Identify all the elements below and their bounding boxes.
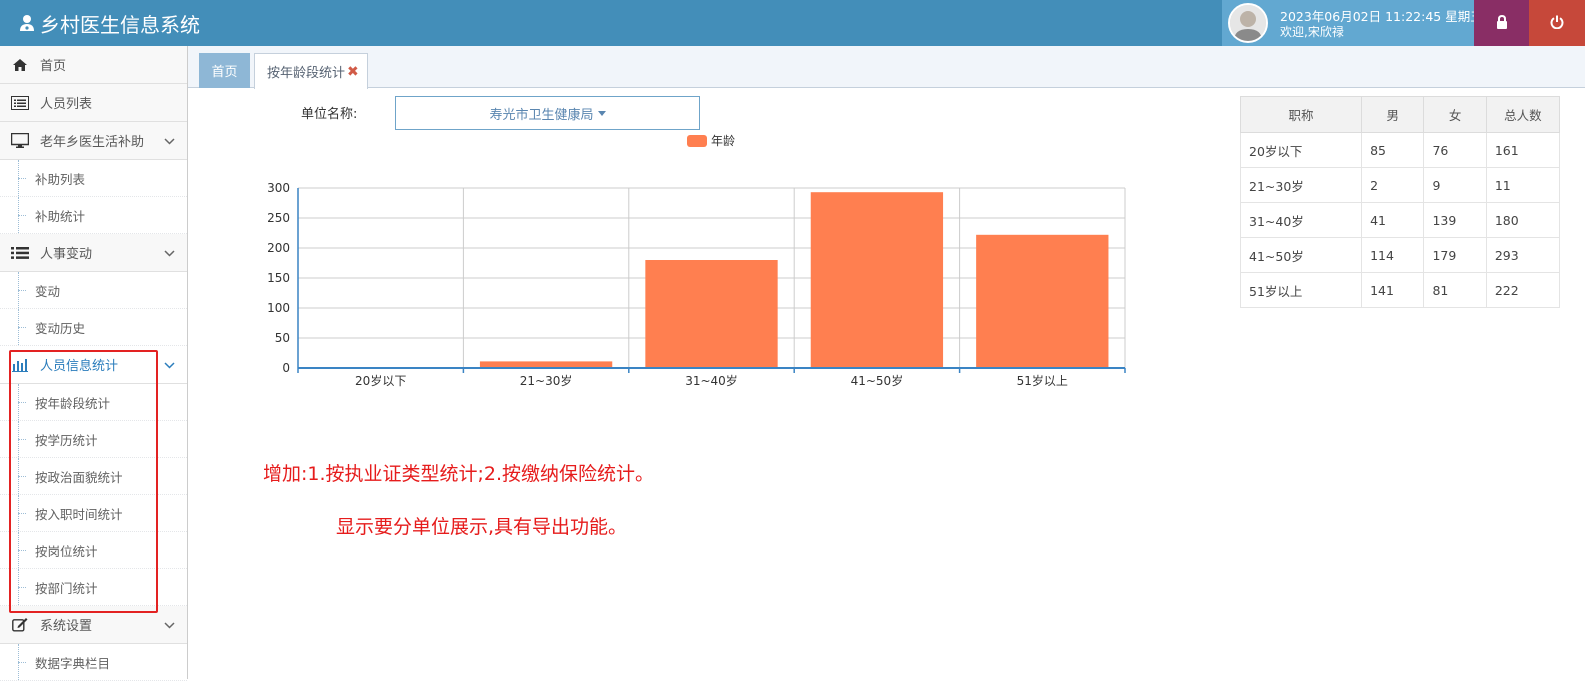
sidebar-item-staff-list[interactable]: 人员列表 xyxy=(0,84,187,122)
table-cell: 20岁以下 xyxy=(1239,132,1363,168)
sidebar-item-label: 人员列表 xyxy=(40,97,93,112)
bar xyxy=(976,234,1109,368)
list-bullets-icon xyxy=(10,246,30,260)
tab-home[interactable]: 首页 xyxy=(199,53,250,88)
column-header: 女 xyxy=(1423,96,1487,133)
sidebar-item-label: 系统设置 xyxy=(40,619,93,634)
unit-select-value: 寿光市卫生健康局 xyxy=(489,107,594,123)
table-cell: 51岁以上 xyxy=(1239,272,1363,308)
sidebar-item-home[interactable]: 首页 xyxy=(0,46,187,84)
annotation-highlight-box xyxy=(9,350,158,613)
power-icon xyxy=(1550,14,1564,33)
desktop-icon xyxy=(10,133,30,148)
unit-select[interactable]: 寿光市卫生健康局 xyxy=(395,96,700,130)
legend-label: 年龄 xyxy=(711,134,735,148)
table-cell: 161 xyxy=(1485,132,1561,168)
table-cell: 85 xyxy=(1361,132,1425,168)
user-md-icon xyxy=(18,14,36,32)
x-tick-label: 51岁以上 xyxy=(1017,373,1068,388)
table-row: 20岁以下 85 76 161 xyxy=(1239,132,1561,168)
table-cell: 293 xyxy=(1485,237,1561,273)
lock-icon xyxy=(1496,14,1508,33)
table-cell: 41 xyxy=(1361,202,1425,238)
close-icon[interactable]: ✖ xyxy=(347,64,359,80)
table-row: 31~40岁 41 139 180 xyxy=(1239,202,1561,238)
age-bar-chart: 0 50 100 150 200 250 300 20岁以下 21~30岁 31~40岁 41~50… xyxy=(267,134,1126,388)
y-tick-label: 50 xyxy=(275,331,290,345)
table-cell: 41~50岁 xyxy=(1239,237,1363,273)
table-header-row: 职称 男 女 总人数 xyxy=(1239,96,1561,133)
y-tick-label: 200 xyxy=(267,241,290,255)
annotation-note: 显示要分单位展示,具有导出功能。 xyxy=(336,516,628,538)
table-cell: 141 xyxy=(1361,272,1425,308)
chevron-down-icon xyxy=(164,358,175,373)
sidebar-item-elder-subsidy[interactable]: 老年乡医生活补助 xyxy=(0,122,187,160)
y-tick-label: 100 xyxy=(267,301,290,315)
table-cell: 76 xyxy=(1423,132,1487,168)
table-cell: 21~30岁 xyxy=(1239,167,1363,203)
x-tick-label: 41~50岁 xyxy=(851,373,904,388)
sidebar-subitem-subsidy-stats[interactable]: 补助统计 xyxy=(0,197,187,234)
sidebar-item-label: 老年乡医生活补助 xyxy=(40,135,145,150)
sidebar-subitem-change-history[interactable]: 变动历史 xyxy=(0,309,187,346)
tab-label: 首页 xyxy=(211,65,238,80)
welcome-text: 欢迎,宋欣禄 xyxy=(1280,25,1344,39)
column-header: 男 xyxy=(1361,96,1425,133)
table-cell: 31~40岁 xyxy=(1239,202,1363,238)
table-cell: 9 xyxy=(1423,167,1487,203)
list-icon xyxy=(10,95,30,110)
sidebar-item-label: 首页 xyxy=(40,59,67,74)
table-cell: 180 xyxy=(1485,202,1561,238)
top-navbar: 乡村医生信息系统 2023年06月02日 11:22:45 星期五 欢迎,宋欣禄 xyxy=(0,0,1585,46)
bar xyxy=(645,260,778,368)
x-tick-label: 20岁以下 xyxy=(355,373,406,388)
sidebar-subitem-subsidy-list[interactable]: 补助列表 xyxy=(0,160,187,197)
tab-bar: 首页 按年龄段统计 ✖ xyxy=(188,46,1585,89)
table-cell: 114 xyxy=(1361,237,1425,273)
y-tick-label: 150 xyxy=(267,271,290,285)
table-cell: 222 xyxy=(1485,272,1561,308)
age-stats-table: 职称 男 女 总人数 20岁以下 85 76 161 21~30岁 2 9 11 31~40岁 4… xyxy=(1239,96,1561,308)
chevron-down-icon xyxy=(164,246,175,261)
table-row: 21~30岁 2 9 11 xyxy=(1239,167,1561,203)
home-icon xyxy=(10,58,30,72)
tab-age-stats[interactable]: 按年龄段统计 ✖ xyxy=(254,53,368,89)
table-row: 41~50岁 114 179 293 xyxy=(1239,237,1561,273)
table-cell: 81 xyxy=(1423,272,1487,308)
table-row: 51岁以上 141 81 222 xyxy=(1239,272,1561,308)
user-info[interactable]: 2023年06月02日 11:22:45 星期五 欢迎,宋欣禄 xyxy=(1222,0,1483,46)
tab-label: 按年龄段统计 xyxy=(267,66,346,81)
annotation-note: 增加:1.按执业证类型统计;2.按缴纳保险统计。 xyxy=(263,463,655,485)
app-title-text: 乡村医生信息系统 xyxy=(40,12,200,37)
table-cell: 179 xyxy=(1423,237,1487,273)
column-header: 职称 xyxy=(1239,96,1363,133)
logout-button[interactable] xyxy=(1529,0,1585,46)
sidebar-item-label: 人事变动 xyxy=(40,247,93,262)
table-cell: 139 xyxy=(1423,202,1487,238)
chevron-down-icon xyxy=(164,134,175,149)
lock-button[interactable] xyxy=(1474,0,1529,46)
app-title[interactable]: 乡村医生信息系统 xyxy=(18,9,200,37)
sidebar-subitem-dictionary[interactable]: 数据字典栏目 xyxy=(0,644,187,681)
unit-name-label: 单位名称: xyxy=(301,107,358,122)
x-tick-label: 31~40岁 xyxy=(685,373,738,388)
table-cell: 11 xyxy=(1485,167,1561,203)
chevron-down-icon xyxy=(164,618,175,633)
y-tick-label: 250 xyxy=(267,211,290,225)
legend-swatch xyxy=(687,135,707,147)
table-cell: 2 xyxy=(1361,167,1425,203)
avatar xyxy=(1228,3,1268,43)
sidebar-subitem-change[interactable]: 变动 xyxy=(0,272,187,309)
edit-icon xyxy=(10,617,30,632)
sidebar-item-personnel-changes[interactable]: 人事变动 xyxy=(0,234,187,272)
x-tick-label: 21~30岁 xyxy=(520,373,573,388)
caret-down-icon xyxy=(597,110,606,116)
bar xyxy=(810,192,944,368)
column-header: 总人数 xyxy=(1485,96,1561,133)
y-tick-label: 300 xyxy=(267,181,290,195)
y-tick-label: 0 xyxy=(282,361,290,375)
